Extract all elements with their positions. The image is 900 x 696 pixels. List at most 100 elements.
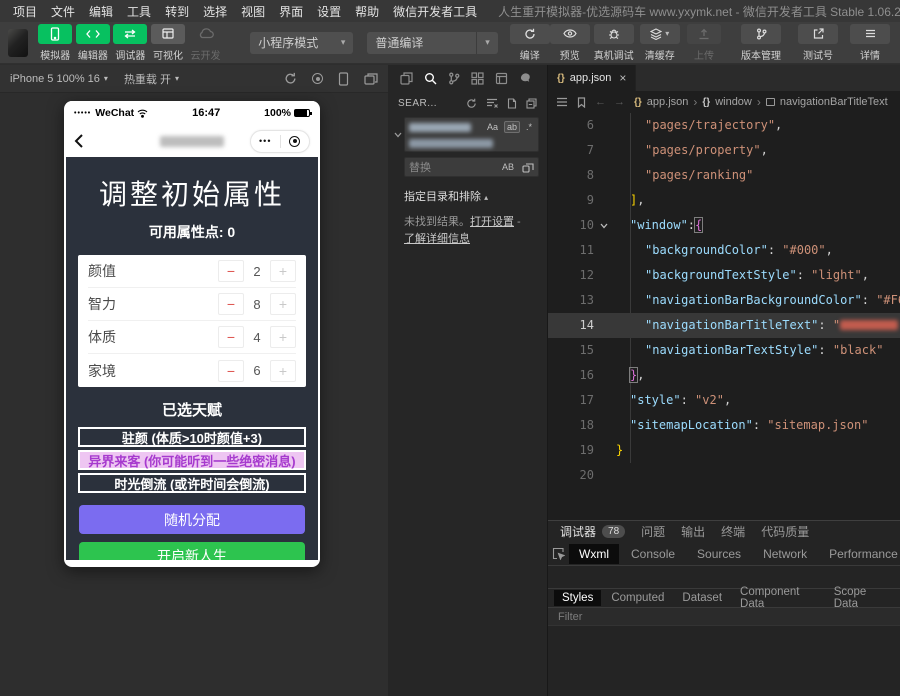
file-preview-icon[interactable] (495, 72, 508, 85)
tab-dataset[interactable]: Dataset (674, 590, 730, 606)
compile-mode-dropdown[interactable]: 普通编译 ▾ (367, 32, 497, 54)
menu-file[interactable]: 文件 (44, 3, 82, 20)
dirs-exclude-toggle[interactable]: 指定目录和排除 ▴ (404, 188, 537, 204)
multi-window-icon[interactable] (364, 73, 378, 85)
menu-wechat-devtools[interactable]: 微信开发者工具 (386, 3, 484, 20)
clear-results-icon[interactable] (486, 98, 498, 108)
close-icon[interactable]: × (619, 71, 626, 85)
tab-wxml[interactable]: Wxml (569, 544, 619, 564)
menu-edit[interactable]: 编辑 (82, 3, 120, 20)
plus-button[interactable]: + (270, 293, 296, 315)
replace-all-icon[interactable] (522, 162, 534, 173)
wifi-icon (137, 109, 148, 118)
exit-target-icon[interactable] (281, 136, 310, 147)
menu-view[interactable]: 视图 (234, 3, 272, 20)
minus-button[interactable]: − (218, 326, 244, 348)
device-selector[interactable]: iPhone 5 100% 16 ▾ (10, 73, 108, 85)
minus-button[interactable]: − (218, 360, 244, 382)
version-management-button[interactable]: 版本管理 (734, 24, 788, 62)
tab-scope-data[interactable]: Scope Data (826, 584, 894, 612)
compile-button[interactable]: 编译 (510, 24, 550, 62)
reload-icon[interactable] (284, 72, 297, 85)
menu-select[interactable]: 选择 (196, 3, 234, 20)
talent-item[interactable]: 时光倒流 (或许时间会倒流) (78, 473, 306, 493)
tab-debugger[interactable]: 调试器 78 (560, 523, 625, 540)
mode-dropdown[interactable]: 小程序模式 ▾ (250, 32, 353, 54)
tab-network[interactable]: Network (753, 544, 817, 564)
fold-chevron-icon[interactable] (600, 213, 608, 238)
back-chevron-icon[interactable] (74, 133, 84, 149)
menu-goto[interactable]: 转到 (158, 3, 196, 20)
tab-output[interactable]: 输出 (681, 523, 705, 540)
talent-item-highlighted[interactable]: 异界来客 (你可能听到一些绝密消息) (78, 450, 306, 470)
inspect-element-icon[interactable] (552, 547, 565, 560)
git-branch-icon[interactable] (448, 72, 460, 85)
extensions-icon[interactable] (471, 72, 484, 85)
simulator-panel: iPhone 5 100% 16 ▾ 热重载 开 ▾ ••••• WeChat (0, 65, 388, 696)
files-icon[interactable] (400, 72, 413, 85)
tab-component-data[interactable]: Component Data (732, 584, 824, 612)
tab-sources[interactable]: Sources (687, 544, 751, 564)
activity-bar (388, 65, 547, 92)
window-layout-icon (162, 28, 174, 39)
record-icon[interactable] (312, 73, 323, 84)
regex-toggle[interactable]: .* (524, 122, 534, 132)
talent-item[interactable]: 驻颜 (体质>10时颜值+3) (78, 427, 306, 447)
menu-interface[interactable]: 界面 (272, 3, 310, 20)
learn-more-link[interactable]: 了解详细信息 (404, 233, 470, 245)
tab-problems[interactable]: 问题 (641, 523, 665, 540)
bookmark-icon[interactable] (577, 97, 586, 108)
tab-styles[interactable]: Styles (554, 590, 601, 606)
tab-computed[interactable]: Computed (603, 590, 672, 606)
wechat-logo-icon[interactable] (519, 72, 532, 85)
hot-reload-toggle[interactable]: 热重载 开 ▾ (124, 71, 179, 87)
outline-icon[interactable] (556, 97, 568, 107)
tab-terminal[interactable]: 终端 (721, 523, 745, 540)
collapse-all-icon[interactable] (526, 98, 537, 109)
phone-frame-icon[interactable] (338, 72, 349, 86)
menu-help[interactable]: 帮助 (348, 3, 386, 20)
tab-code-quality[interactable]: 代码质量 (761, 523, 809, 540)
preserve-case-toggle[interactable]: AB (500, 162, 516, 172)
menu-project[interactable]: 项目 (6, 3, 44, 20)
device-debug-button[interactable]: 真机调试 (590, 24, 638, 62)
stepper-face: − 2 + (218, 260, 296, 282)
attribute-row: 颜值 − 2 + (88, 255, 296, 288)
debugger-count-badge: 78 (602, 525, 625, 538)
search-input[interactable]: Aa ab .* (404, 117, 539, 152)
more-icon[interactable]: ••• (251, 136, 280, 146)
visualization-button[interactable]: 可视化 (149, 24, 187, 62)
signal-dots-icon: ••••• (74, 110, 91, 117)
minus-button[interactable]: − (218, 293, 244, 315)
plus-button[interactable]: + (270, 360, 296, 382)
editor-toggle-button[interactable]: 编辑器 (74, 24, 112, 62)
debugger-toggle-button[interactable]: 调试器 (112, 24, 150, 62)
plus-button[interactable]: + (270, 260, 296, 282)
replace-input[interactable]: 替换 AB (404, 157, 539, 177)
tab-performance[interactable]: Performance (819, 544, 900, 564)
match-case-toggle[interactable]: Aa (485, 122, 500, 132)
new-search-icon[interactable] (507, 98, 517, 109)
user-avatar[interactable] (8, 29, 28, 57)
menu-settings[interactable]: 设置 (310, 3, 348, 20)
preview-button[interactable]: 预览 (550, 24, 590, 62)
refresh-results-icon[interactable] (466, 98, 477, 109)
test-account-button[interactable]: 测试号 (796, 24, 840, 62)
breadcrumb[interactable]: {} app.json › {} window › navigationBarT… (634, 95, 888, 109)
plus-button[interactable]: + (270, 326, 296, 348)
tab-console[interactable]: Console (621, 544, 685, 564)
code-area[interactable]: 6"pages/trajectory", 7"pages/property", … (548, 113, 900, 488)
capsule-menu[interactable]: ••• (250, 130, 310, 153)
clear-cache-button[interactable]: ▾ 清缓存 (638, 24, 682, 62)
details-button[interactable]: 详情 (848, 24, 892, 62)
search-icon[interactable] (424, 72, 437, 85)
open-settings-link[interactable]: 打开设置 (470, 216, 514, 228)
random-assign-button[interactable]: 随机分配 (79, 505, 305, 534)
tab-app-json[interactable]: {} app.json × (548, 65, 636, 91)
start-life-button[interactable]: 开启新人生 (79, 542, 305, 560)
minus-button[interactable]: − (218, 260, 244, 282)
simulator-toggle-button[interactable]: 模拟器 (36, 24, 74, 62)
menu-tools[interactable]: 工具 (120, 3, 158, 20)
whole-word-toggle[interactable]: ab (504, 121, 520, 133)
toggle-replace-chevron-icon[interactable] (392, 117, 404, 152)
